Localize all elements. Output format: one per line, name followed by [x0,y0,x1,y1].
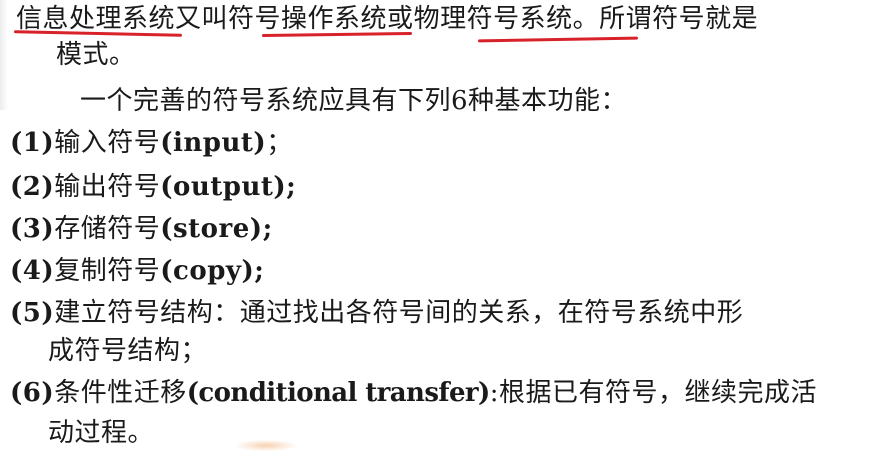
function-end: ; [286,172,297,202]
function-end: ; [254,256,265,286]
function-number: (5) [10,298,55,328]
function-end: ； [266,128,293,158]
function-text: 复制符号 [54,256,161,286]
function-number: (3) [10,214,55,244]
function-latin: (output) [160,172,287,202]
function-number: (1) [10,128,55,158]
term-information-processing-system: 信息处理系统 [16,4,176,34]
function-item-1: (1)输入符号(input)； [10,126,293,160]
function-text: 存储符号 [54,214,161,244]
function-end: ; [262,214,273,244]
function-item-5: (5)建立符号结构：通过找出各符号间的关系，在符号系统中形 [10,296,743,330]
bottom-glow-decoration [236,440,296,451]
function-text: 输出符号 [54,172,161,202]
function-item-5-continuation: 成符号结构； [48,336,208,366]
function-item-3: (3)存储符号(store); [10,212,273,246]
left-edge-shadow [0,0,8,110]
function-item-4: (4)复制符号(copy); [10,254,264,288]
function-text: 建立符号结构：通过找出各符号间的关系，在符号系统中形 [54,298,744,328]
function-text: 条件性迁移 [54,378,187,408]
function-latin: (input) [160,128,267,158]
function-number: (4) [10,256,55,286]
intro-line-1: 信息处理系统又叫符号操作系统或物理符号系统。所谓符号就是 [16,2,758,36]
function-end: :根据已有符号，继续完成活 [489,378,817,408]
function-item-6: (6)条件性迁移(conditional transfer):根据已有符号，继续… [10,376,817,410]
slide: 信息处理系统又叫符号操作系统或物理符号系统。所谓符号就是 模式。 一个完善的符号… [0,0,870,451]
term-symbol-operating-system: 符号操作系统 [228,4,388,34]
function-item-2: (2)输出符号(output); [10,170,296,204]
intro-line-3: 一个完善的符号系统应具有下列6种基本功能： [80,86,628,116]
function-item-6-continuation: 动过程。 [48,418,155,448]
underline-mark-3 [477,36,639,43]
function-latin: (conditional transfer) [186,378,491,408]
function-latin: (copy) [160,256,255,286]
function-number: (6) [10,378,55,408]
term-physical-symbol-system: 物理符号系统 [413,4,573,34]
intro-connector-1: 又叫 [175,4,229,34]
intro-line-2: 模式。 [56,40,136,70]
function-text: 输入符号 [54,128,161,158]
intro-tail: 。所谓符号就是 [572,4,759,34]
function-latin: (store) [160,214,263,244]
function-number: (2) [10,172,55,202]
intro-connector-2: 或 [387,4,414,34]
